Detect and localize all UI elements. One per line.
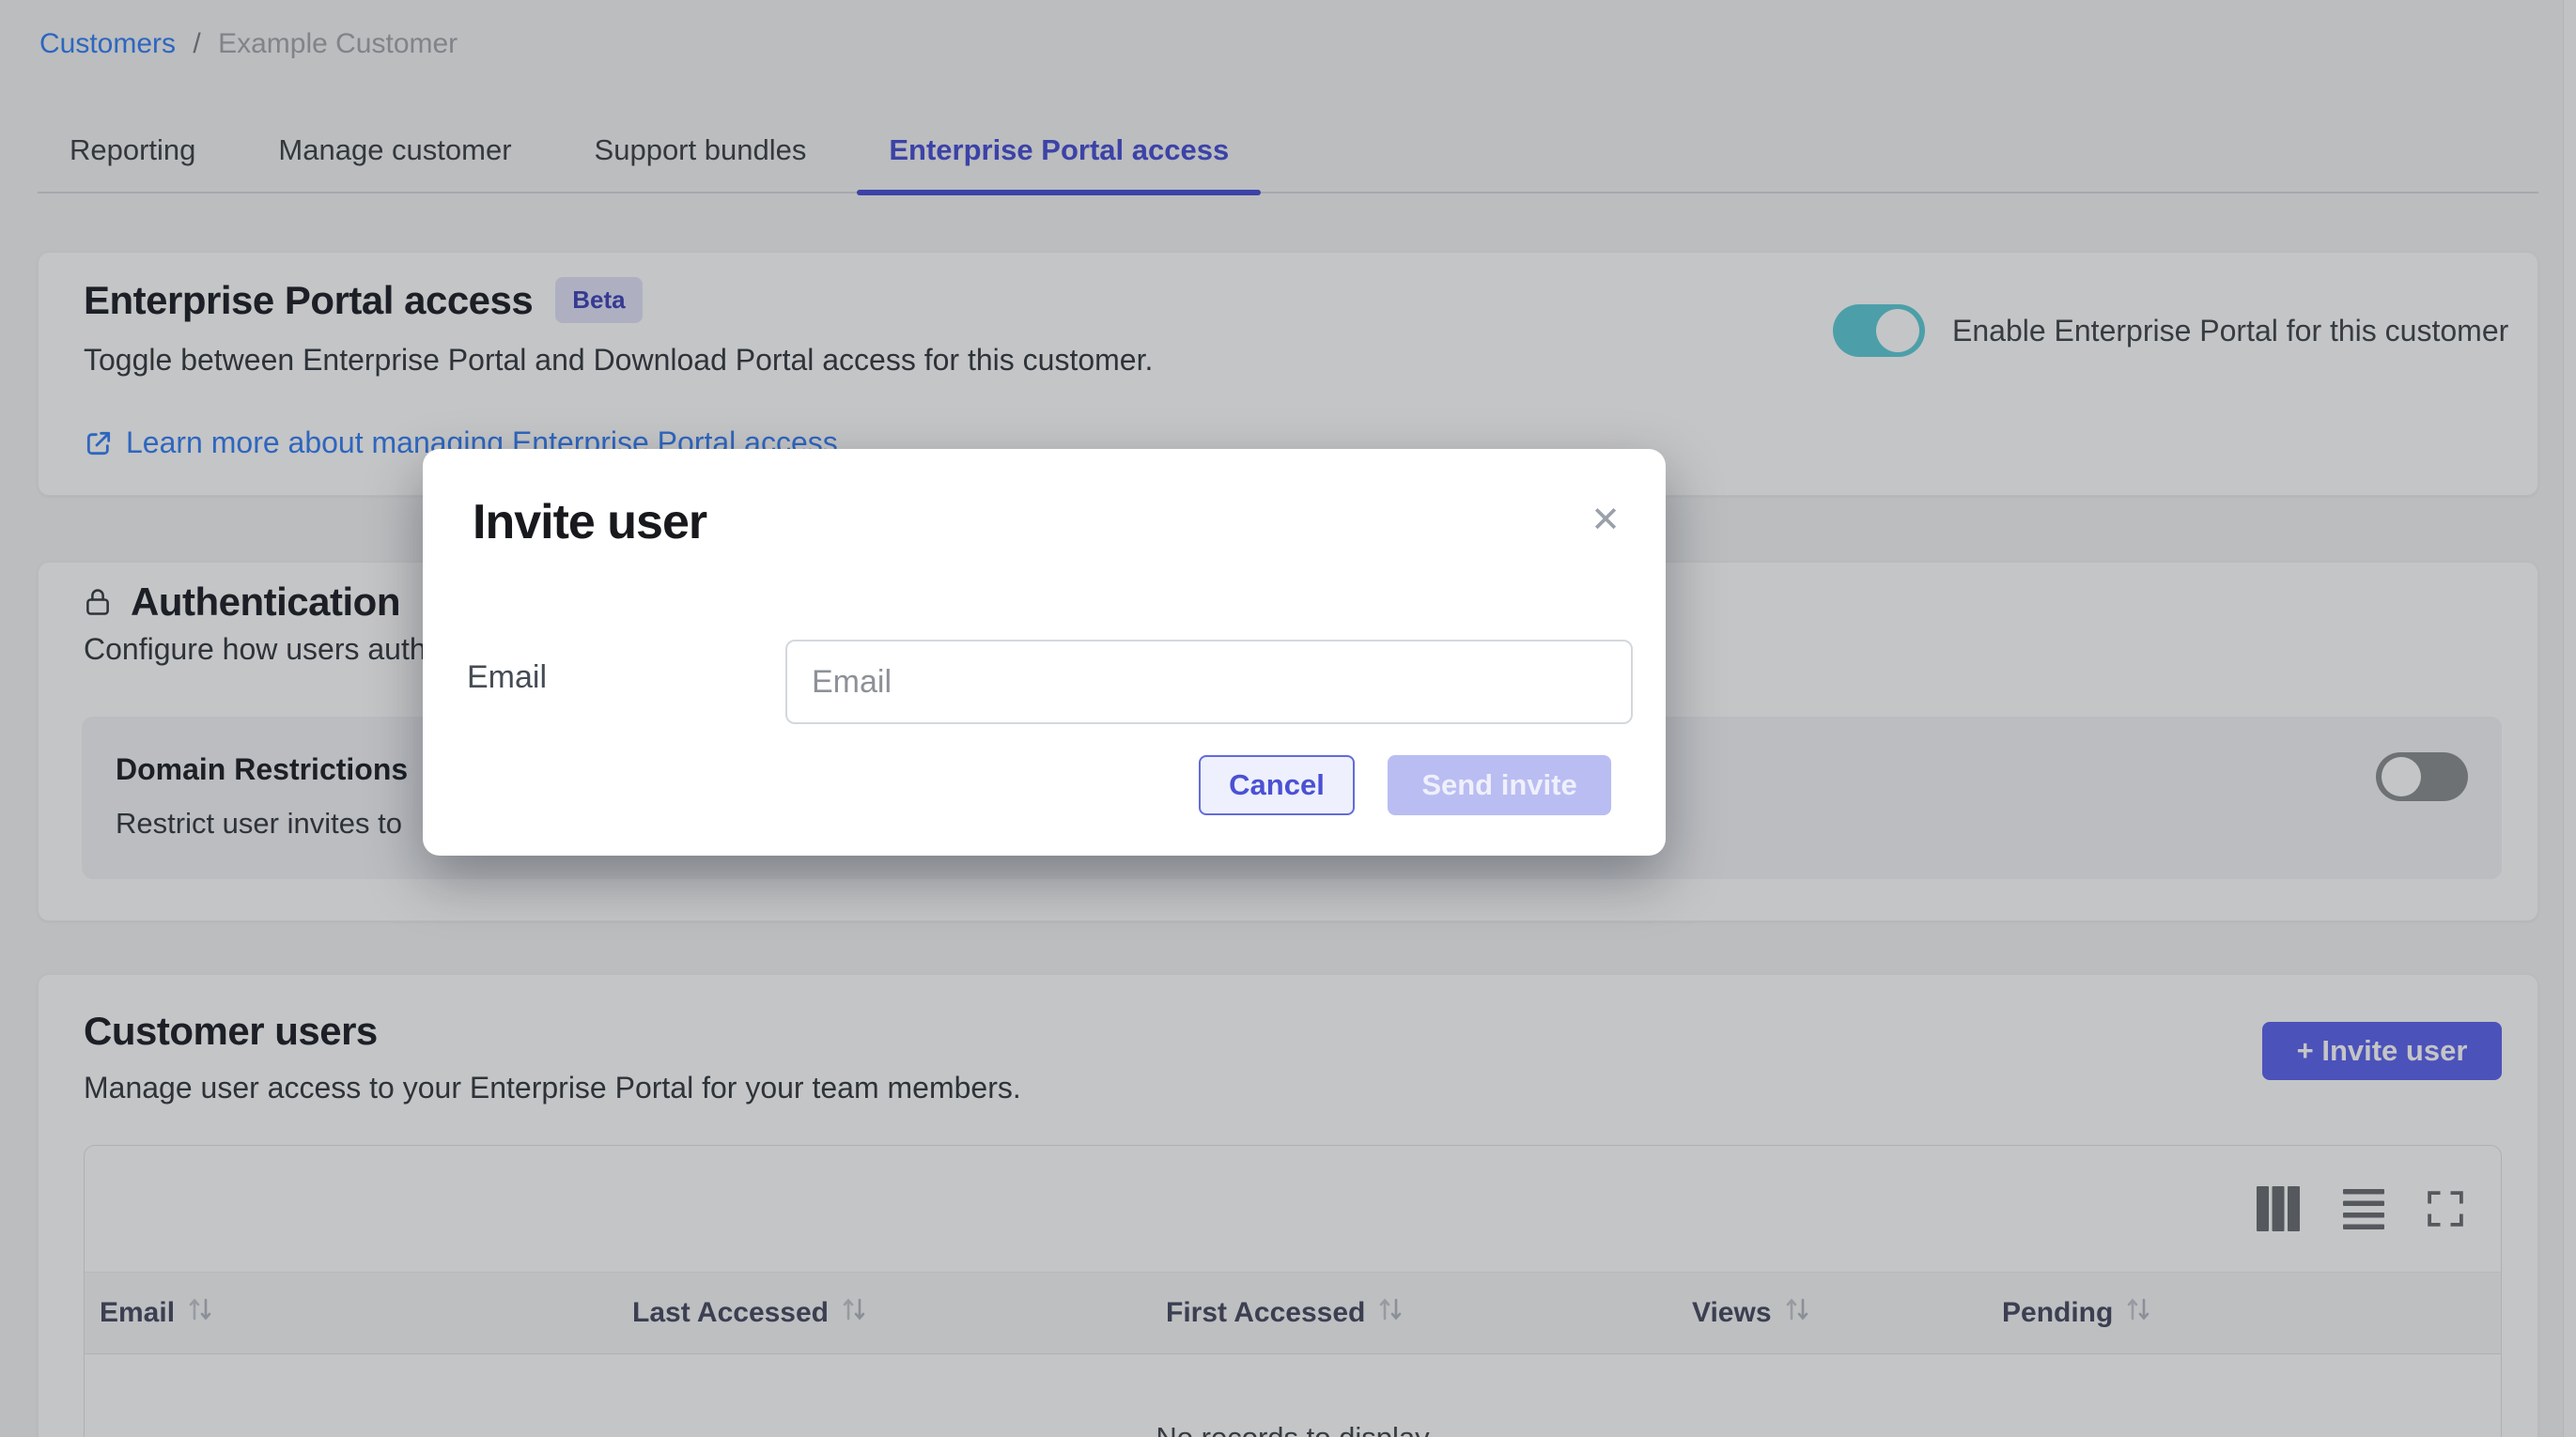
modal-title: Invite user bbox=[473, 494, 706, 550]
cancel-button[interactable]: Cancel bbox=[1199, 755, 1355, 815]
invite-user-modal: Invite user ✕ Email Cancel Send invite bbox=[423, 449, 1666, 856]
close-icon[interactable]: ✕ bbox=[1583, 498, 1628, 543]
email-label: Email bbox=[467, 659, 547, 696]
send-invite-button[interactable]: Send invite bbox=[1388, 755, 1611, 815]
email-field[interactable] bbox=[785, 640, 1633, 724]
